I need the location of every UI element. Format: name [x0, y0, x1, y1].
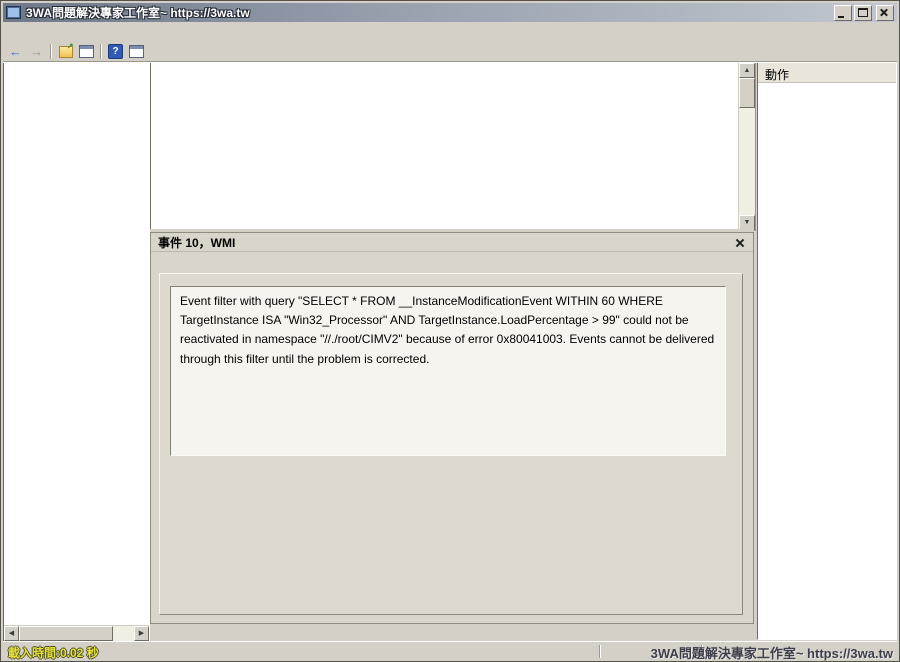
export-icon	[59, 46, 73, 58]
forward-button[interactable]	[26, 43, 47, 60]
action-pane-icon	[129, 45, 144, 58]
event-fields	[170, 468, 726, 612]
forward-arrow-icon	[30, 44, 43, 59]
event-detail-panel: 事件 10，WMI Event filter with query "SELEC…	[150, 232, 754, 624]
event-description[interactable]: Event filter with query "SELECT * FROM _…	[170, 286, 726, 456]
show-console-tree-button[interactable]	[76, 43, 97, 60]
toolbar	[3, 42, 897, 62]
console-tree-panel	[3, 62, 150, 642]
close-icon[interactable]	[733, 236, 746, 249]
toolbar-separator	[50, 44, 52, 59]
watermark-bottom-right: 3WA問題解決專家工作室~ https://3wa.tw	[651, 643, 893, 662]
scroll-down-button[interactable]	[739, 215, 755, 230]
toolbar-separator	[100, 44, 102, 59]
event-list-body	[151, 79, 739, 230]
event-list-header	[151, 63, 739, 79]
list-vertical-scrollbar[interactable]	[738, 63, 755, 230]
scroll-up-button[interactable]	[739, 63, 755, 78]
export-list-button[interactable]	[55, 43, 76, 60]
scrollbar-thumb[interactable]	[19, 626, 113, 641]
scroll-left-button[interactable]	[4, 626, 19, 641]
scrollbar-thumb[interactable]	[739, 78, 755, 108]
minimize-button[interactable]	[834, 5, 852, 21]
tree-horizontal-scrollbar[interactable]	[4, 625, 149, 641]
event-list-panel	[150, 62, 756, 231]
help-button[interactable]	[105, 43, 126, 60]
window-title: 3WA問題解決專家工作室~ https://3wa.tw	[26, 4, 250, 21]
load-time-text: 載入時間:0.02 秒	[8, 644, 99, 661]
show-action-pane-button[interactable]	[126, 43, 147, 60]
window-controls	[832, 5, 894, 21]
back-button[interactable]	[5, 43, 26, 60]
app-icon	[6, 6, 21, 19]
actions-panel: 動作	[757, 62, 897, 640]
status-separator	[599, 645, 601, 658]
event-detail-header: 事件 10，WMI	[151, 233, 753, 252]
scroll-right-button[interactable]	[134, 626, 149, 641]
close-button[interactable]	[876, 5, 894, 21]
menubar	[3, 23, 897, 43]
console-window-icon	[79, 45, 94, 58]
event-detail-title: 事件 10，WMI	[158, 234, 235, 251]
window-titlebar: 3WA問題解決專家工作室~ https://3wa.tw	[3, 3, 897, 22]
maximize-button[interactable]	[854, 5, 872, 21]
help-icon	[108, 44, 123, 59]
console-tree	[4, 65, 149, 626]
tab-content: Event filter with query "SELECT * FROM _…	[159, 273, 743, 615]
actions-title: 動作	[758, 63, 896, 83]
back-arrow-icon	[9, 44, 22, 59]
